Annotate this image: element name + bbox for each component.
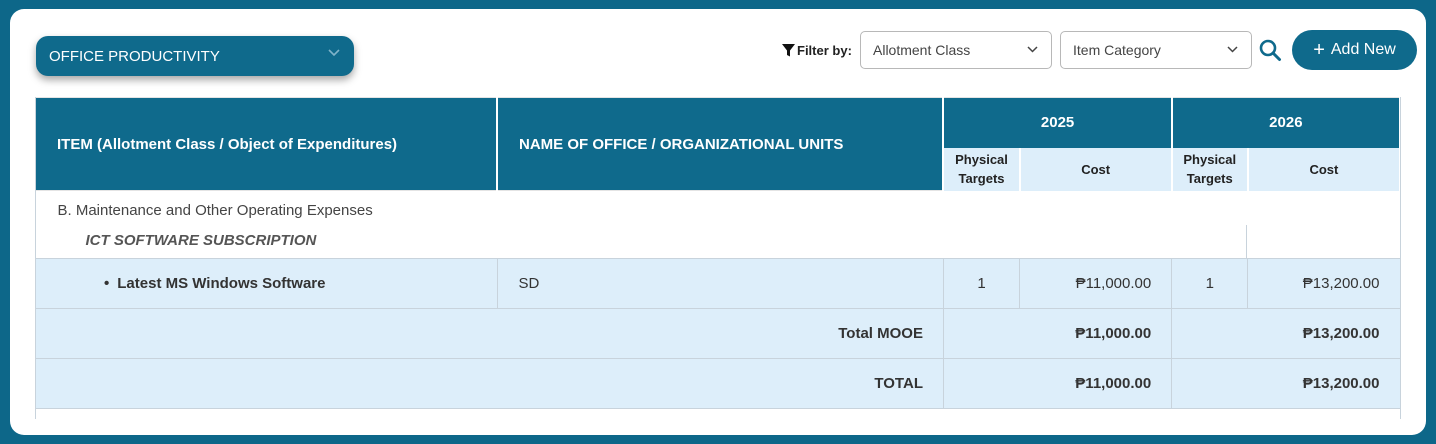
table-row[interactable]: • Latest MS Windows Software SD 1 ₱11,000… <box>35 258 1401 309</box>
chevron-down-icon <box>1027 46 1038 53</box>
search-icon[interactable] <box>1258 38 1282 62</box>
total-mooe-2026: ₱13,200.00 <box>1171 308 1401 359</box>
cost-2026-cell: ₱13,200.00 <box>1247 258 1401 309</box>
column-header-item: ITEM (Allotment Class / Object of Expend… <box>35 97 498 191</box>
program-select[interactable]: OFFICE PRODUCTIVITY <box>36 36 354 76</box>
allotment-class-select[interactable]: Allotment Class <box>860 31 1052 69</box>
column-header-year-2025: 2025 <box>943 97 1173 148</box>
grand-total-label: TOTAL <box>35 358 944 409</box>
chevron-down-icon <box>328 49 340 57</box>
grand-total-2026: ₱13,200.00 <box>1171 358 1401 409</box>
subcategory-row: ICT SOFTWARE SUBSCRIPTION <box>35 224 1400 259</box>
column-header-cost-2026: Cost <box>1247 147 1402 191</box>
physical-targets-2025-cell: 1 <box>942 258 1021 309</box>
column-header-physical-targets-2025: Physical Targets <box>943 147 1021 191</box>
item-name: Latest MS Windows Software <box>117 275 326 292</box>
bullet: • <box>104 275 110 292</box>
column-header-office: NAME OF OFFICE / ORGANIZATIONAL UNITS <box>496 97 945 191</box>
program-select-value: OFFICE PRODUCTIVITY <box>49 47 220 65</box>
subcategory-label: ICT SOFTWARE SUBSCRIPTION <box>35 224 1400 259</box>
column-divider <box>1246 225 1247 259</box>
plus-icon: + <box>1313 39 1325 61</box>
cost-2025-cell: ₱11,000.00 <box>1019 258 1173 309</box>
chevron-down-icon <box>1227 46 1238 53</box>
physical-targets-2026-cell: 1 <box>1171 258 1249 309</box>
item-category-select[interactable]: Item Category <box>1060 31 1252 69</box>
filter-label: Filter by: <box>782 41 852 59</box>
total-mooe-label: Total MOOE <box>35 308 944 359</box>
grand-total-row: TOTAL ₱11,000.00 ₱13,200.00 <box>35 358 1401 409</box>
column-header-year-2026: 2026 <box>1171 97 1402 148</box>
category-row: B. Maintenance and Other Operating Expen… <box>35 190 1400 225</box>
category-label: B. Maintenance and Other Operating Expen… <box>35 190 1400 225</box>
item-cell: • Latest MS Windows Software <box>35 258 498 309</box>
column-header-physical-targets-2026: Physical Targets <box>1171 147 1249 191</box>
column-header-cost-2025: Cost <box>1019 147 1173 191</box>
table-border-right <box>1400 97 1401 419</box>
total-mooe-2025: ₱11,000.00 <box>942 308 1173 359</box>
budget-table: ITEM (Allotment Class / Object of Expend… <box>35 97 1402 409</box>
add-new-button[interactable]: + Add New <box>1292 30 1417 70</box>
grand-total-2025: ₱11,000.00 <box>942 358 1173 409</box>
total-mooe-row: Total MOOE ₱11,000.00 ₱13,200.00 <box>35 308 1401 359</box>
filter-icon <box>782 43 795 56</box>
main-card: OFFICE PRODUCTIVITY Filter by: Allotment… <box>10 9 1426 435</box>
office-cell: SD <box>496 258 944 309</box>
table-border-left <box>35 97 36 419</box>
